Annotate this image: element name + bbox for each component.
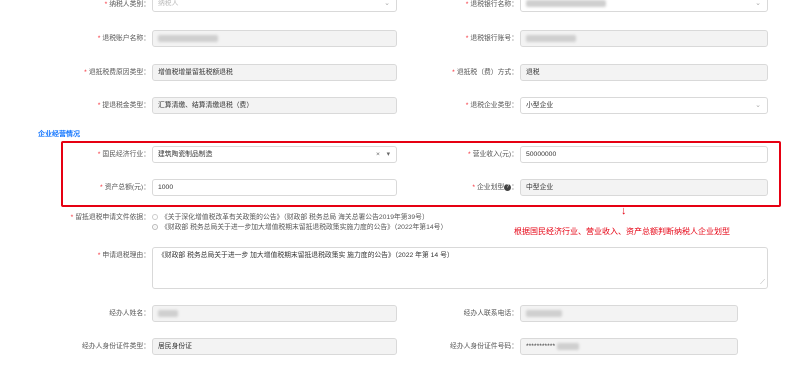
masked-account-name <box>158 34 218 42</box>
refund-reason-type-field[interactable]: 增值税增量留抵税额退税 <box>152 64 397 81</box>
masked-agent-id <box>557 342 579 350</box>
refund-account-name-field[interactable] <box>152 30 397 47</box>
refund-method-field[interactable]: 退税 <box>520 64 768 81</box>
revenue-input[interactable]: 50000000 <box>520 146 768 163</box>
enterprise-size-label: * 企业划型?： <box>472 183 518 191</box>
radio-selected-icon[interactable] <box>152 224 158 231</box>
refund-bank-name-label: * 退税银行名称： <box>465 1 518 8</box>
industry-label: * 国民经济行业： <box>97 151 150 158</box>
radio-icon[interactable] <box>152 214 158 221</box>
refund-reason-type-label: * 退抵税费原因类型： <box>84 69 150 76</box>
agent-id-type-label: 经办人身份证件类型： <box>82 343 150 350</box>
agent-phone-label: 经办人联系电话： <box>463 310 518 317</box>
refund-bank-account-field[interactable] <box>520 30 768 47</box>
agent-phone-field[interactable] <box>520 305 738 322</box>
masked-agent-phone <box>526 309 562 317</box>
refund-enterprise-type-select[interactable]: 小型企业 ⌄ <box>520 97 768 114</box>
masked-bank-name <box>526 0 606 7</box>
taxpayer-type-select[interactable]: 纳税人 ⌄ <box>152 0 397 12</box>
total-assets-label: * 资产总额(元)： <box>100 184 150 191</box>
reason-label: * 申请退税理由： <box>97 252 150 259</box>
agent-name-field[interactable] <box>152 305 397 322</box>
masked-agent-name <box>158 309 178 317</box>
chevron-down-icon: ⌄ <box>755 0 761 7</box>
agent-name-label: 经办人姓名： <box>109 310 150 317</box>
resize-handle-icon[interactable]: ⟋ <box>760 278 765 288</box>
agent-id-type-field[interactable]: 居民身份证 <box>152 338 397 355</box>
total-assets-input[interactable]: 1000 <box>152 179 397 196</box>
refund-method-label: * 退抵税（费）方式： <box>452 69 518 76</box>
reason-textarea[interactable]: 《财政部 税务总局关于进一步 加大增值税期末留抵退税政策实 施力度的公告》（20… <box>152 247 768 289</box>
refund-enterprise-type-label: * 退税企业类型： <box>465 102 518 109</box>
masked-bank-account <box>526 34 576 42</box>
chevron-down-icon: ⌄ <box>384 0 390 7</box>
annotation-text: 根据国民经济行业、营业收入、资产总额判断纳税人企业划型 <box>514 227 730 236</box>
agent-id-no-field[interactable]: *********** <box>520 338 738 355</box>
dropdown-arrow-icon[interactable]: ▾ <box>387 147 390 162</box>
industry-select[interactable]: 建筑陶瓷制品制造 × ▾ <box>152 146 397 163</box>
taxpayer-type-label: * 纳税人类别： <box>104 1 150 8</box>
policy-option-2[interactable]: 《财政部 税务总局关于进一步加大增值税期末留抵退税政策实施力度的公告》（2022… <box>152 223 447 233</box>
refund-bank-account-label: * 退税银行账号： <box>465 35 518 42</box>
refund-amount-type-field[interactable]: 汇算清缴、结算清缴退税（费） <box>152 97 397 114</box>
refund-amount-type-label: * 提退税金类型： <box>97 102 150 109</box>
policy-option-1[interactable]: 《关于深化增值税改革有关政策的公告》（财政部 税务总局 海关总署公告2019年第… <box>152 213 429 223</box>
section-title: 企业经营情况 <box>38 131 80 138</box>
chevron-down-icon: ⌄ <box>755 102 761 109</box>
policy-basis-label: * 留抵退税申请文件依据： <box>70 214 150 221</box>
agent-id-no-label: 经办人身份证件号码： <box>450 343 518 350</box>
annotation-arrow-icon: ↓ <box>621 205 627 217</box>
revenue-label: * 营业收入(元)： <box>468 151 518 158</box>
enterprise-size-field: 中型企业 <box>520 179 768 196</box>
refund-bank-name-select[interactable]: ⌄ <box>520 0 768 12</box>
refund-account-name-label: * 退税账户名称： <box>97 35 150 42</box>
clear-icon[interactable]: × <box>376 147 380 162</box>
